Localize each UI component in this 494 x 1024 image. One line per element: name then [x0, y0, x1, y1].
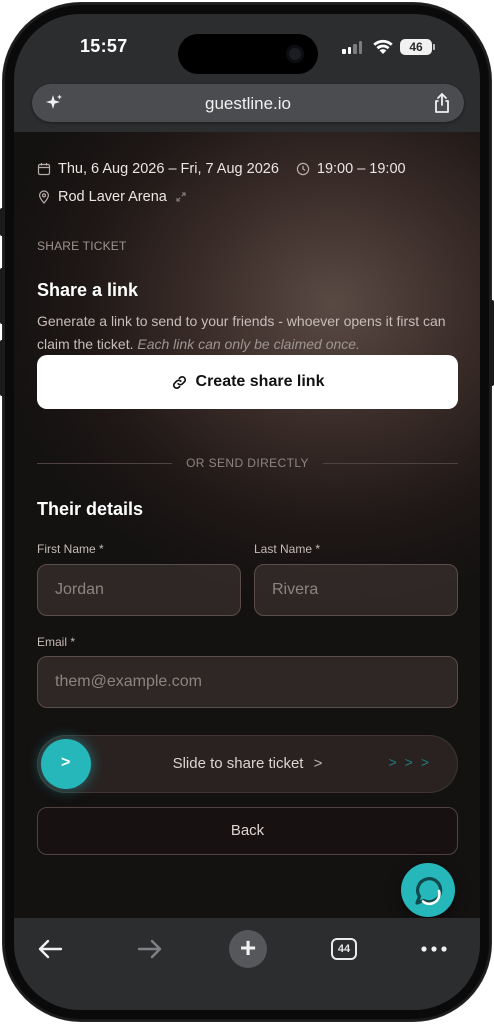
share-icon[interactable] [432, 92, 452, 114]
share-description: Generate a link to send to your friends … [37, 310, 462, 356]
camera-icon [286, 45, 304, 63]
their-details-heading: Their details [37, 499, 144, 519]
plus-icon: + [229, 930, 267, 968]
more-menu-button[interactable] [416, 934, 452, 964]
tabs-count: 44 [331, 938, 357, 960]
wifi-icon [373, 39, 393, 54]
first-name-label: First Name * [37, 542, 104, 556]
first-name-input[interactable]: Jordan [37, 564, 241, 616]
expand-icon[interactable] [175, 191, 187, 203]
chat-bubble-icon [415, 877, 443, 906]
address-bar[interactable]: guestline.io [32, 84, 464, 122]
status-time: 15:57 [80, 36, 128, 56]
action-button [0, 208, 4, 236]
email-label: Email * [37, 635, 76, 649]
battery-icon: 46 [400, 39, 432, 55]
slide-to-share-slider[interactable]: > Slide to share ticket > >>> [37, 735, 458, 793]
url-text: guestline.io [204, 94, 291, 113]
section-label: SHARE TICKET [37, 239, 127, 253]
cellular-signal-icon [342, 41, 362, 54]
event-time: 19:00 – 19:00 [316, 161, 406, 177]
arrow-left-icon [38, 939, 63, 959]
new-tab-button[interactable]: + [229, 930, 267, 968]
page-content: Thu, 6 Aug 2026 – Fri, 7 Aug 2026 19:00 … [14, 132, 480, 918]
event-venue: Rod Laver Arena [58, 189, 167, 205]
arrow-right-icon [137, 939, 162, 959]
battery-tip [433, 44, 435, 50]
tabs-button[interactable]: 44 [326, 934, 362, 964]
browser-top-chrome: 15:57 46 guestline.io [14, 14, 480, 132]
share-link-heading: Share a link [37, 280, 139, 300]
event-dates: Thu, 6 Aug 2026 – Fri, 7 Aug 2026 [58, 161, 279, 177]
calendar-icon [37, 163, 51, 176]
slider-trail-chevrons: >>> [388, 754, 437, 770]
link-icon [172, 375, 186, 389]
browser-toolbar: + 44 [14, 918, 480, 1010]
back-nav-button[interactable] [32, 934, 68, 964]
chat-button[interactable] [401, 863, 455, 917]
share-description-note: Each link can only be claimed once. [137, 336, 360, 352]
screen: 15:57 46 guestline.io Thu, 6 Aug 2026 – … [14, 14, 480, 1010]
location-pin-icon [38, 190, 50, 204]
slide-chevron-icon: > [313, 755, 323, 772]
power-button [490, 300, 494, 386]
volume-down-button [0, 340, 4, 396]
event-venue-row[interactable]: Rod Laver Arena [37, 189, 194, 205]
create-share-link-label: Create share link [195, 373, 325, 390]
more-dots-icon [421, 946, 447, 952]
last-name-input[interactable]: Rivera [254, 564, 458, 616]
create-share-link-button[interactable]: Create share link [37, 355, 458, 409]
back-button[interactable]: Back [37, 807, 458, 855]
volume-up-button [0, 268, 4, 324]
last-name-label: Last Name * [254, 542, 321, 556]
event-date-row: Thu, 6 Aug 2026 – Fri, 7 Aug 2026 19:00 … [37, 161, 406, 177]
forward-nav-button[interactable] [132, 934, 168, 964]
email-input[interactable]: them@example.com [37, 656, 458, 708]
clock-icon [296, 162, 310, 176]
divider-line-right [323, 463, 458, 464]
dynamic-island [178, 34, 318, 74]
or-divider: OR SEND DIRECTLY [37, 456, 458, 472]
slide-to-share-text: Slide to share ticket [172, 755, 304, 772]
